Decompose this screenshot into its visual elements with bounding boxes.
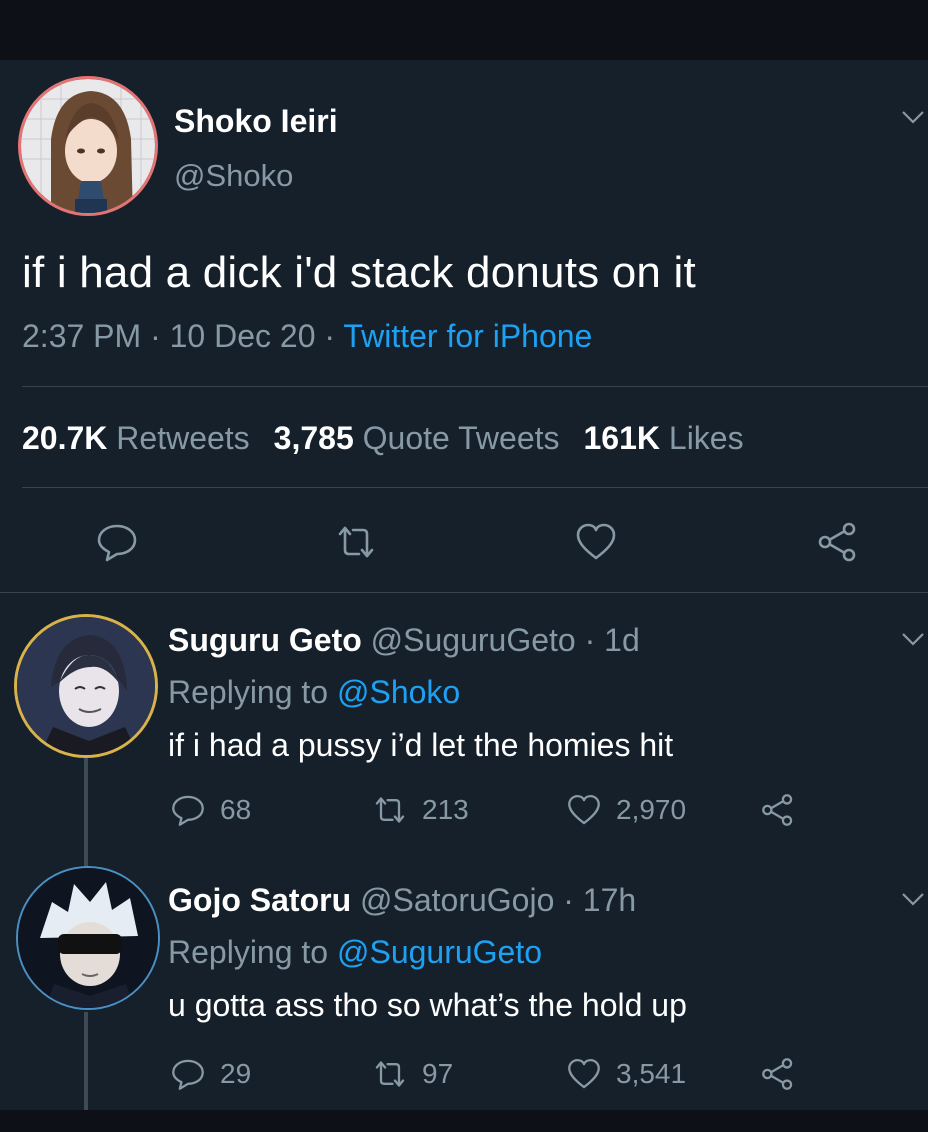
replying-to: Replying to @Shoko — [168, 674, 460, 711]
replying-label: Replying to — [168, 674, 329, 710]
share-icon[interactable] — [816, 520, 860, 564]
divider — [22, 386, 928, 387]
retweet-icon — [375, 797, 405, 823]
retweet-icon — [375, 1061, 405, 1087]
chevron-down-icon[interactable] — [900, 890, 926, 908]
reply-count: 29 — [220, 1058, 252, 1089]
likes-count: 161K — [583, 420, 661, 456]
reply-count: 68 — [220, 794, 252, 825]
reply-button[interactable]: 29 — [170, 1054, 251, 1094]
like-count: 3,541 — [616, 1058, 687, 1089]
reply-author-handle[interactable]: @SatoruGojo — [360, 882, 554, 918]
status-bar-strip — [0, 0, 928, 60]
reply-text: u gotta ass tho so what’s the hold up — [168, 987, 687, 1023]
tweet-date: 10 Dec 20 — [169, 318, 316, 354]
avatar-suguru[interactable] — [14, 614, 158, 758]
likes-label: Likes — [668, 420, 744, 456]
chevron-down-icon[interactable] — [900, 108, 926, 126]
thread-connector — [84, 758, 88, 868]
meta-dot: · — [324, 318, 344, 354]
retweet-count: 213 — [422, 794, 469, 825]
reply-author-handle[interactable]: @SuguruGeto — [371, 622, 576, 658]
divider — [0, 592, 928, 593]
like-button[interactable]: 2,970 — [566, 790, 686, 830]
avatar-gojo[interactable] — [16, 866, 160, 1010]
replying-to-link[interactable]: @SuguruGeto — [337, 934, 542, 970]
quotes-count: 3,785 — [273, 420, 354, 456]
replying-to-link[interactable]: @Shoko — [337, 674, 460, 710]
reply-button[interactable]: 68 — [170, 790, 251, 830]
retweets-label: Retweets — [116, 420, 250, 456]
like-icon — [568, 794, 600, 825]
author-handle[interactable]: @Shoko — [174, 158, 293, 194]
reply-header: Suguru Geto @SuguruGeto · 1d — [168, 622, 640, 659]
meta-dot: · — [584, 622, 605, 658]
likes-stat[interactable]: 161K Likes — [584, 420, 744, 456]
retweet-count: 97 — [422, 1058, 454, 1089]
quotes-label: Quote Tweets — [362, 420, 560, 456]
replying-to: Replying to @SuguruGeto — [168, 934, 542, 971]
share-button[interactable] — [760, 1054, 796, 1094]
tweet-meta: 2:37 PM · 10 Dec 20 · Twitter for iPhone — [22, 318, 592, 355]
share-button[interactable] — [760, 790, 796, 830]
reply-age[interactable]: 1d — [604, 622, 640, 658]
like-icon — [568, 1058, 600, 1089]
reply-icon[interactable] — [95, 520, 139, 564]
bottom-strip — [0, 1110, 928, 1132]
meta-dot: · — [150, 318, 170, 354]
chevron-down-icon[interactable] — [900, 630, 926, 648]
quotes-stat[interactable]: 3,785 Quote Tweets — [274, 420, 560, 456]
avatar-shoko[interactable] — [18, 76, 158, 216]
share-icon — [762, 794, 793, 826]
reply-header: Gojo Satoru @SatoruGojo · 17h — [168, 882, 636, 919]
reply-text: if i had a pussy i’d let the homies hit — [168, 727, 674, 763]
like-icon[interactable] — [574, 520, 618, 564]
share-icon — [762, 1058, 793, 1090]
tweet-text: if i had a dick i'd stack donuts on it — [22, 248, 696, 297]
reply-age[interactable]: 17h — [583, 882, 636, 918]
like-button[interactable]: 3,541 — [566, 1054, 686, 1094]
retweet-button[interactable]: 97 — [372, 1054, 453, 1094]
retweets-stat[interactable]: 20.7K Retweets — [22, 420, 250, 456]
meta-dot: · — [563, 882, 583, 918]
tweet-source-link[interactable]: Twitter for iPhone — [343, 318, 592, 354]
engagement-stats: 20.7K Retweets 3,785 Quote Tweets 161K Lik… — [22, 420, 744, 457]
divider — [22, 487, 928, 488]
tweet-action-bar — [0, 520, 928, 564]
retweets-count: 20.7K — [22, 420, 108, 456]
retweet-button[interactable]: 213 — [372, 790, 469, 830]
reply-icon — [172, 1059, 204, 1090]
tweet-time: 2:37 PM — [22, 318, 142, 354]
retweet-icon[interactable] — [334, 520, 378, 564]
reply-icon — [172, 795, 204, 826]
reply-author-name[interactable]: Gojo Satoru — [168, 882, 351, 918]
replying-label: Replying to — [168, 934, 329, 970]
reply-author-name[interactable]: Suguru Geto — [168, 622, 362, 658]
author-name[interactable]: Shoko Ieiri — [174, 103, 338, 140]
thread-connector — [84, 1012, 88, 1110]
like-count: 2,970 — [616, 794, 687, 825]
